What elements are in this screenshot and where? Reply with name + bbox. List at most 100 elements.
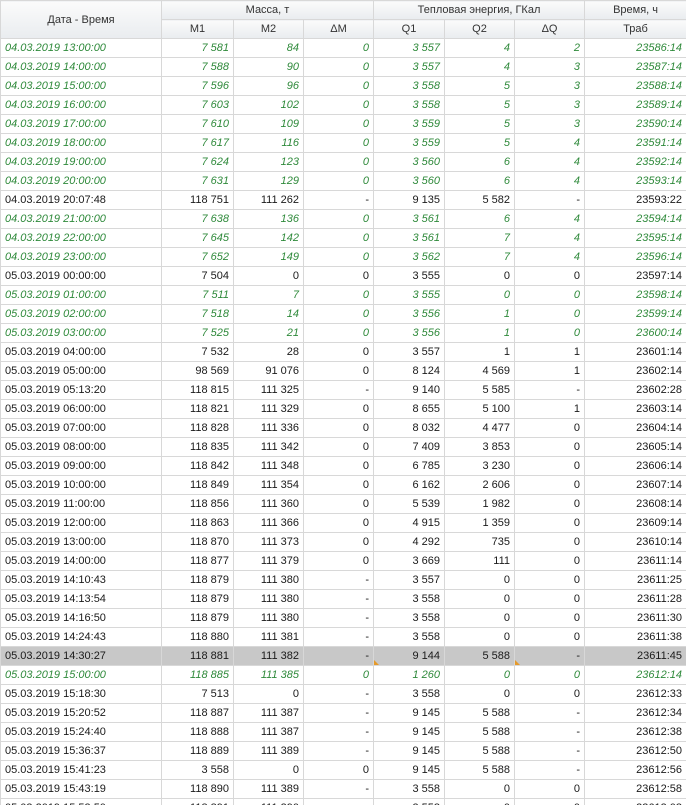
table-row[interactable]: 05.03.2019 07:00:00 118 828 111 336 0 8 032 4…	[0, 418, 686, 438]
cell-dq: 1	[513, 361, 586, 381]
table-row[interactable]: 05.03.2019 15:00:00 118 885 111 385 0 1 260 0…	[0, 665, 686, 685]
cell-dm: -	[303, 646, 374, 666]
table-row[interactable]: 04.03.2019 18:00:00 7 617 116 0 3 559 5 4 23591…	[0, 133, 686, 153]
cell-datetime: 04.03.2019 22:00:00	[0, 228, 162, 248]
cell-datetime: 05.03.2019 15:53:50	[0, 798, 162, 805]
cell-work-time: 23612:50	[584, 741, 686, 761]
cell-work-time: 23612:38	[584, 722, 686, 742]
column-header-m1[interactable]: M1	[161, 19, 234, 39]
cell-datetime: 05.03.2019 14:24:43	[0, 627, 162, 647]
cell-m1: 7 581	[161, 38, 234, 58]
cell-dq: 3	[513, 114, 586, 134]
table-row[interactable]: 05.03.2019 15:53:50118 891111 390-3 5580…	[0, 798, 686, 805]
table-row[interactable]: 04.03.2019 19:00:00 7 624 123 0 3 560 6 4 23592…	[0, 152, 686, 172]
cell-m1: 118 863	[161, 513, 234, 533]
cell-dq: 0	[513, 627, 586, 647]
cell-q2: 3 230	[444, 456, 515, 476]
table-row[interactable]: 04.03.2019 16:00:00 7 603 102 0 3 558 5 3 23589…	[0, 95, 686, 115]
cell-m1: 7 617	[161, 133, 234, 153]
table-row[interactable]: 04.03.2019 17:00:00 7 610 109 0 3 559 5 3 23590…	[0, 114, 686, 134]
cell-dm: 0	[303, 38, 374, 58]
cell-q2: 4 569	[444, 361, 515, 381]
table-row[interactable]: 05.03.2019 12:00:00 118 863 111 366 0 4 915 1…	[0, 513, 686, 533]
cell-dq: -	[513, 741, 586, 761]
cell-m2: 0	[233, 266, 304, 286]
table-row[interactable]: 05.03.2019 11:00:00 118 856 111 360 0 5 539 1…	[0, 494, 686, 514]
table-row[interactable]: 05.03.2019 08:00:00 118 835 111 342 0 7 409 3…	[0, 437, 686, 457]
table-row[interactable]: 04.03.2019 23:00:00 7 652 149 0 3 562 7 4 23596…	[0, 247, 686, 267]
cell-datetime: 05.03.2019 09:00:00	[0, 456, 162, 476]
column-header-dq[interactable]: ΔQ	[513, 19, 586, 39]
table-row[interactable]: 05.03.2019 09:00:00 118 842 111 348 0 6 785 3…	[0, 456, 686, 476]
data-grid: Дата - Время Масса, т Тепловая энергия, …	[0, 0, 686, 805]
cell-dq: 4	[513, 171, 586, 191]
table-row[interactable]: 05.03.2019 10:00:00 118 849 111 354 0 6 162 2…	[0, 475, 686, 495]
cell-dm: -	[303, 741, 374, 761]
cell-q1: 3 562	[373, 247, 445, 267]
table-row[interactable]: 04.03.2019 20:00:00 7 631 129 0 3 560 6 4 23593…	[0, 171, 686, 191]
table-row[interactable]: 05.03.2019 14:16:50 118 879 111 380-3 558 0…	[0, 608, 686, 628]
table-row[interactable]: 05.03.2019 14:30:27 118 881 111 382-9 144 5…	[0, 646, 686, 666]
table-row[interactable]: 05.03.2019 05:13:20 118 815 111 325-9 140 5…	[0, 380, 686, 400]
table-row[interactable]: 05.03.2019 01:00:00 7 511 7 0 3 555 0 0 23598:1…	[0, 285, 686, 305]
cell-m2: 136	[233, 209, 304, 229]
table-row[interactable]: 05.03.2019 05:00:00 98 569 91 076 0 8 124 4 5…	[0, 361, 686, 381]
table-row[interactable]: 05.03.2019 15:18:30 7 513 0-3 558 0 0 23612:3…	[0, 684, 686, 704]
cell-m1: 7 511	[161, 285, 234, 305]
cell-q2: 3 853	[444, 437, 515, 457]
table-row[interactable]: 05.03.2019 03:00:00 7 525 21 0 3 556 1 0 23600:…	[0, 323, 686, 343]
cell-m1: 118 870	[161, 532, 234, 552]
cell-m1: 118 821	[161, 399, 234, 419]
cell-q1: 9 145	[373, 741, 445, 761]
table-row[interactable]: 04.03.2019 13:00:00 7 581 84 0 3 557 4 2 23586:…	[0, 38, 686, 58]
table-row[interactable]: 05.03.2019 15:41:23 3 558 0 0 9 145 5 588-236…	[0, 760, 686, 780]
cell-dm: -	[303, 190, 374, 210]
cell-dm: 0	[303, 76, 374, 96]
cell-m2: 7	[233, 285, 304, 305]
cell-dq: 0	[513, 456, 586, 476]
table-row[interactable]: 05.03.2019 04:00:00 7 532 28 0 3 557 1 1 23601:…	[0, 342, 686, 362]
column-header-m2[interactable]: M2	[233, 19, 304, 39]
cell-m1: 118 881	[161, 646, 234, 666]
column-header-datetime[interactable]: Дата - Время	[0, 0, 162, 39]
table-row[interactable]: 05.03.2019 14:00:00 118 877 111 379 0 3 669 1…	[0, 551, 686, 571]
table-row[interactable]: 05.03.2019 15:36:37 118 889 111 389-9 145 5…	[0, 741, 686, 761]
table-row[interactable]: 05.03.2019 00:00:00 7 504 0 0 3 555 0 0 23597:1…	[0, 266, 686, 286]
cell-dm: 0	[303, 760, 374, 780]
cell-dq: 1	[513, 342, 586, 362]
cell-dm: -	[303, 608, 374, 628]
column-header-work-time[interactable]: Траб	[584, 19, 686, 39]
table-row[interactable]: 05.03.2019 15:20:52 118 887 111 387-9 145 5…	[0, 703, 686, 723]
cell-dq: 0	[513, 551, 586, 571]
table-row[interactable]: 05.03.2019 13:00:00 118 870 111 373 0 4 292 7…	[0, 532, 686, 552]
table-row[interactable]: 05.03.2019 14:13:54 118 879 111 380-3 558 0…	[0, 589, 686, 609]
table-row[interactable]: 05.03.2019 15:24:40 118 888 111 387-9 145 5…	[0, 722, 686, 742]
table-row[interactable]: 04.03.2019 22:00:00 7 645 142 0 3 561 7 4 23595…	[0, 228, 686, 248]
column-header-q2[interactable]: Q2	[444, 19, 515, 39]
column-header-dm[interactable]: ΔM	[303, 19, 374, 39]
table-row[interactable]: 04.03.2019 21:00:00 7 638 136 0 3 561 6 4 23594…	[0, 209, 686, 229]
table-row[interactable]: 05.03.2019 14:24:43 118 880 111 381-3 558 0…	[0, 627, 686, 647]
column-header-q1[interactable]: Q1	[373, 19, 445, 39]
cell-dq: 0	[513, 304, 586, 324]
cell-m2: 111 389	[233, 779, 304, 799]
cell-dm: 0	[303, 57, 374, 77]
table-row[interactable]: 05.03.2019 14:10:43 118 879 111 380-3 557 0…	[0, 570, 686, 590]
cell-datetime: 05.03.2019 05:13:20	[0, 380, 162, 400]
table-row[interactable]: 05.03.2019 06:00:00 118 821 111 329 0 8 655 5…	[0, 399, 686, 419]
table-row[interactable]: 05.03.2019 15:43:19 118 890 111 389-3 558 0…	[0, 779, 686, 799]
cell-dq: 0	[513, 684, 586, 704]
cell-dm: 0	[303, 304, 374, 324]
cell-q1: 3 558	[373, 608, 445, 628]
cell-m2: 111 380	[233, 589, 304, 609]
table-row[interactable]: 04.03.2019 15:00:00 7 596 96 0 3 558 5 3 23588:…	[0, 76, 686, 96]
table-row[interactable]: 05.03.2019 02:00:00 7 518 14 0 3 556 1 0 23599:…	[0, 304, 686, 324]
table-row[interactable]: 04.03.2019 20:07:48 118 751 111 262-9 135 5…	[0, 190, 686, 210]
cell-q2: 0	[444, 798, 515, 805]
cell-m2: 109	[233, 114, 304, 134]
cell-q2: 735	[444, 532, 515, 552]
table-row[interactable]: 04.03.2019 14:00:00 7 588 90 0 3 557 4 3 23587:…	[0, 57, 686, 77]
cell-q2: 5 588	[444, 722, 515, 742]
cell-m1: 118 842	[161, 456, 234, 476]
cell-datetime: 04.03.2019 16:00:00	[0, 95, 162, 115]
